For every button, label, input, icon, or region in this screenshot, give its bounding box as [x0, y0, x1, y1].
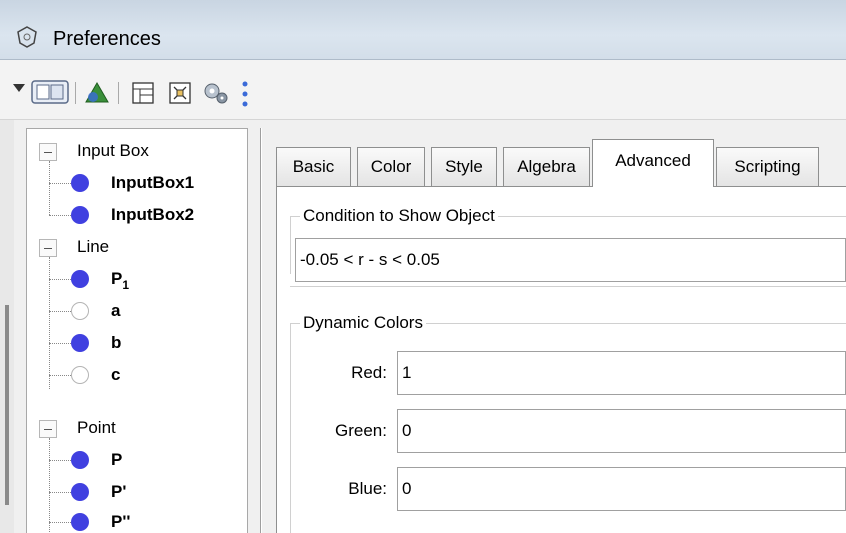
- green-input[interactable]: 0: [397, 409, 846, 453]
- red-input[interactable]: 1: [397, 351, 846, 395]
- preferences-icon: [17, 26, 37, 48]
- tree-connector: [49, 311, 73, 312]
- tree-item-label: a: [111, 301, 121, 320]
- tree-connector: [49, 279, 73, 280]
- tree-item-p1[interactable]: P1: [27, 262, 247, 296]
- tab-advanced[interactable]: Advanced: [592, 139, 714, 187]
- tab-basic[interactable]: Basic: [276, 147, 351, 186]
- tree-group-point[interactable]: Point: [27, 411, 247, 445]
- tree-item-label: b: [111, 333, 122, 352]
- tab-algebra[interactable]: Algebra: [503, 147, 590, 186]
- tree-item-p-double-prime[interactable]: P'': [27, 505, 247, 533]
- visible-dot-icon[interactable]: [71, 483, 89, 501]
- tree-group-input-box[interactable]: Input Box: [27, 134, 247, 168]
- tree-group-label: Input Box: [77, 141, 149, 160]
- tree-connector: [49, 375, 73, 376]
- tab-style[interactable]: Style: [431, 147, 497, 186]
- tree-item-label: InputBox2: [111, 205, 195, 224]
- subscript: 1: [122, 278, 130, 292]
- menu-triangle-icon[interactable]: [12, 82, 26, 94]
- scrollbar-thumb[interactable]: [5, 305, 9, 505]
- tab-scripting[interactable]: Scripting: [716, 147, 819, 186]
- fieldset-border: [290, 286, 846, 287]
- visible-dot-icon[interactable]: [71, 334, 89, 352]
- graphics-view-icon[interactable]: [31, 79, 69, 105]
- visible-dot-icon[interactable]: [71, 451, 89, 469]
- tree-connector: [49, 215, 73, 216]
- visible-dot-icon[interactable]: [71, 174, 89, 192]
- visible-dot-icon[interactable]: [71, 513, 89, 531]
- window-title: Preferences: [53, 28, 161, 50]
- tree-group-line[interactable]: Line: [27, 230, 247, 264]
- settings-gear-icon[interactable]: [202, 80, 230, 106]
- title-bar: Preferences: [0, 0, 846, 60]
- collapse-icon[interactable]: [39, 143, 57, 161]
- tree-connector: [49, 343, 73, 344]
- red-label: Red:: [351, 363, 387, 382]
- split-divider[interactable]: [260, 128, 262, 533]
- blue-input[interactable]: 0: [397, 467, 846, 511]
- tree-item-label: P: [111, 450, 123, 469]
- tree-connector: [49, 492, 73, 493]
- tree-item-label: c: [111, 365, 121, 384]
- fieldset-border: [290, 323, 291, 533]
- tree-item-p-prime[interactable]: P': [27, 475, 247, 509]
- tree-item-label: InputBox1: [111, 173, 195, 192]
- green-label: Green:: [335, 421, 387, 440]
- tree-connector: [49, 522, 73, 523]
- spreadsheet-icon[interactable]: [167, 80, 193, 106]
- tree-item-c[interactable]: c: [27, 358, 247, 392]
- hidden-dot-icon[interactable]: [71, 302, 89, 320]
- tree-connector: [49, 183, 73, 184]
- tree-group-label: Line: [77, 237, 110, 256]
- geometry-icon[interactable]: [84, 80, 110, 106]
- toolbar-separator: [118, 82, 119, 104]
- condition-input[interactable]: -0.05 < r - s < 0.05: [295, 238, 846, 282]
- dynamic-colors-legend: Dynamic Colors: [300, 313, 426, 333]
- tab-color[interactable]: Color: [357, 147, 425, 186]
- tree-connector: [49, 460, 73, 461]
- tree-item-label: P1: [111, 269, 130, 292]
- fieldset-border: [290, 216, 291, 274]
- hidden-dot-icon[interactable]: [71, 366, 89, 384]
- tree-item-a[interactable]: a: [27, 294, 247, 328]
- tree-item-label: P'': [111, 512, 131, 531]
- tree-item-label: P': [111, 482, 127, 501]
- more-dots-icon[interactable]: [239, 80, 251, 108]
- tree-item-p[interactable]: P: [27, 443, 247, 477]
- tree-item-inputbox1[interactable]: InputBox1: [27, 166, 247, 200]
- visible-dot-icon[interactable]: [71, 270, 89, 288]
- object-tree[interactable]: Input Box InputBox1 InputBox2 Line P1 a …: [26, 128, 248, 533]
- visible-dot-icon[interactable]: [71, 206, 89, 224]
- tree-group-label: Point: [77, 418, 116, 437]
- collapse-icon[interactable]: [39, 420, 57, 438]
- condition-legend: Condition to Show Object: [300, 206, 498, 226]
- outer-scrollbar[interactable]: [0, 120, 14, 533]
- collapse-icon[interactable]: [39, 239, 57, 257]
- toolbar-separator: [75, 82, 76, 104]
- tree-item-b[interactable]: b: [27, 326, 247, 360]
- toolbar: [0, 60, 846, 120]
- tree-item-inputbox2[interactable]: InputBox2: [27, 198, 247, 232]
- layout-icon[interactable]: [130, 80, 156, 106]
- blue-label: Blue:: [348, 479, 387, 498]
